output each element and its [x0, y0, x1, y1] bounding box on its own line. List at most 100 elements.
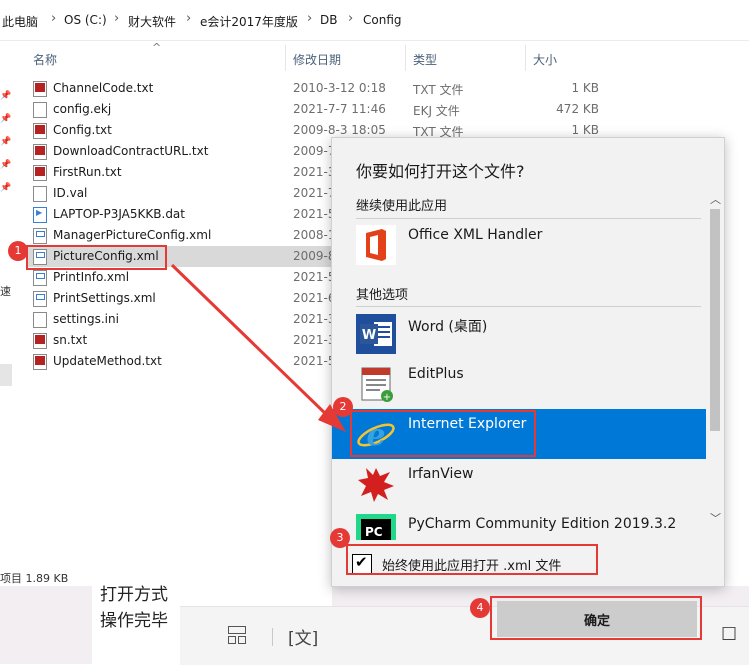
file-date: 2021-3	[293, 333, 336, 347]
highlight-pictureconfig	[26, 245, 167, 270]
scroll-up-icon[interactable]: ︿	[710, 191, 721, 207]
breadcrumb: 此电脑 › OS (C:) › 财大软件 › e会计2017年度版 › DB ›…	[0, 0, 749, 41]
column-divider[interactable]	[525, 45, 526, 71]
app-option-irfanview[interactable]: IrfanView	[332, 459, 706, 509]
column-divider[interactable]	[285, 45, 286, 71]
irfanview-icon	[356, 464, 396, 504]
file-date: 2010-3-12 0:18	[293, 81, 386, 95]
app-name: Office XML Handler	[408, 227, 543, 243]
file-name: PrintInfo.xml	[53, 270, 130, 284]
column-header: ^ 名称 修改日期 类型 大小	[12, 41, 749, 73]
nav-item-fragment[interactable]: 速	[0, 283, 11, 299]
pycharm-icon: PC	[356, 514, 396, 540]
file-date: 2009-7	[293, 144, 336, 158]
file-name: DownloadContractURL.txt	[53, 144, 209, 158]
section-divider	[356, 306, 701, 307]
txt-file-icon	[33, 165, 47, 181]
column-date[interactable]: 修改日期	[293, 51, 341, 68]
editplus-icon: +	[356, 364, 396, 404]
file-name: ChannelCode.txt	[53, 81, 154, 95]
file-date: 2021-5	[293, 207, 336, 221]
step-badge-2: 2	[333, 397, 353, 417]
breadcrumb-os-drive[interactable]: OS (C:)	[64, 13, 107, 27]
pin-icon: 📌	[0, 183, 12, 193]
app-name: PyCharm Community Edition 2019.3.2	[408, 516, 677, 532]
app-name: EditPlus	[408, 366, 464, 382]
app-option-office-xml-handler[interactable]: Office XML Handler	[332, 220, 706, 270]
pin-icon: 📌	[0, 114, 12, 124]
file-date: 2021-6	[293, 291, 336, 305]
breadcrumb-this-pc[interactable]: 此电脑	[2, 13, 38, 30]
xml-file-icon	[33, 291, 47, 307]
svg-text:W: W	[362, 328, 376, 343]
file-name: sn.txt	[53, 333, 88, 347]
file-name: ManagerPictureConfig.xml	[53, 228, 212, 242]
breadcrumb-separator-icon: ›	[307, 11, 313, 26]
scrollbar-thumb[interactable]	[710, 209, 720, 431]
file-name: PrintSettings.xml	[53, 291, 156, 305]
pin-icon: 📌	[0, 160, 12, 170]
file-date: 2008-1	[293, 228, 336, 242]
breadcrumb-db[interactable]: DB	[320, 13, 337, 27]
txt-file-icon	[33, 123, 47, 139]
txt-file-icon	[33, 81, 47, 97]
file-size: 1 KB	[571, 81, 599, 95]
step-badge-3: 3	[330, 528, 350, 548]
file-date: 2021-7-7 11:46	[293, 102, 386, 116]
file-name: settings.ini	[53, 312, 119, 326]
breadcrumb-caida-software[interactable]: 财大软件	[128, 13, 176, 30]
file-date: 2009-8	[293, 249, 336, 263]
highlight-internet-explorer	[350, 410, 536, 457]
app-option-editplus[interactable]: + EditPlus	[332, 359, 706, 409]
app-list-scrollbar[interactable]: ︿ ﹀	[706, 185, 724, 540]
column-name[interactable]: 名称	[33, 51, 57, 68]
file-size: 472 KB	[556, 102, 599, 116]
file-name: FirstRun.txt	[53, 165, 122, 179]
column-divider[interactable]	[405, 45, 406, 71]
column-size[interactable]: 大小	[533, 51, 557, 68]
section-divider	[356, 218, 701, 219]
file-row[interactable]: ChannelCode.txt 2010-3-12 0:18 TXT 文件 1 KB	[27, 78, 727, 99]
file-name: UpdateMethod.txt	[53, 354, 162, 368]
breadcrumb-separator-icon: ›	[186, 11, 192, 26]
breadcrumb-ekuaiji[interactable]: e会计2017年度版	[200, 13, 298, 30]
sort-ascending-icon: ^	[152, 41, 162, 54]
dialog-title: 你要如何打开这个文件?	[356, 162, 525, 181]
file-row[interactable]: config.ekj 2021-7-7 11:46 EKJ 文件 472 KB	[27, 99, 727, 120]
file-date: 2021-5	[293, 354, 336, 368]
file-size: 1 KB	[571, 123, 599, 137]
txt-file-icon	[33, 354, 47, 370]
blank-file-icon	[33, 312, 47, 328]
step-badge-4: 4	[470, 598, 490, 618]
nav-selected-item[interactable]	[0, 364, 12, 386]
toolbar-divider	[272, 628, 273, 646]
app-name: IrfanView	[408, 466, 474, 482]
svg-text:+: +	[383, 392, 391, 403]
document-text-line: 打开方式	[100, 585, 168, 605]
breadcrumb-config[interactable]: Config	[363, 13, 402, 27]
xml-file-icon	[33, 270, 47, 286]
edit-icon[interactable]: ☐	[721, 624, 737, 645]
blank-file-icon	[33, 102, 47, 118]
layout-grid-icon[interactable]	[228, 626, 248, 646]
file-date: 2021-3	[293, 165, 336, 179]
app-option-word[interactable]: W Word (桌面)	[332, 309, 706, 359]
txt-file-icon	[33, 333, 47, 349]
pin-icon: 📌	[0, 91, 12, 101]
translate-icon[interactable]: [文]	[288, 624, 318, 649]
app-list[interactable]: 继续使用此应用 Office XML Handler 其他选项 W Word (…	[332, 185, 724, 540]
pin-icon: 📌	[0, 137, 12, 147]
word-icon: W	[356, 314, 396, 354]
app-option-pycharm[interactable]: PC PyCharm Community Edition 2019.3.2	[332, 509, 706, 540]
status-text: 项目 1.89 KB	[0, 572, 69, 585]
dat-file-icon	[33, 207, 47, 223]
xml-file-icon	[33, 228, 47, 244]
breadcrumb-separator-icon: ›	[114, 11, 120, 26]
highlight-ok-button	[490, 596, 702, 640]
scroll-down-icon[interactable]: ﹀	[710, 510, 721, 526]
file-date: 2021-5	[293, 270, 336, 284]
column-type[interactable]: 类型	[413, 51, 437, 68]
breadcrumb-separator-icon: ›	[348, 11, 354, 26]
breadcrumb-separator-icon: ›	[51, 11, 57, 26]
section-other-label: 其他选项	[356, 288, 409, 303]
